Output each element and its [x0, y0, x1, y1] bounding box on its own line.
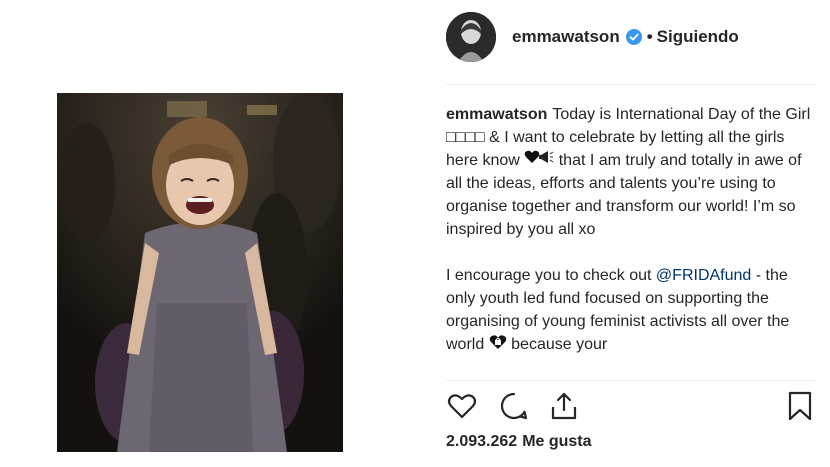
- action-bar: [446, 388, 816, 424]
- bookmark-icon[interactable]: [784, 390, 816, 422]
- likes-label: Me gusta: [522, 433, 592, 450]
- comment-icon[interactable]: [498, 390, 530, 422]
- separator-dot: •: [646, 27, 653, 46]
- caption-glyphs: □□□□: [446, 129, 485, 146]
- caption-text-1: Today is International Day of the Girl: [552, 106, 811, 123]
- heart-lock-emoji: [489, 334, 507, 357]
- mention-link[interactable]: @FRIDAfund: [656, 267, 751, 284]
- post-header: emmawatson • Siguiendo: [446, 10, 816, 64]
- caption-text-4: I encourage you to check out: [446, 267, 652, 285]
- post-photo[interactable]: [57, 93, 343, 452]
- header-text: emmawatson • Siguiendo: [512, 27, 739, 47]
- likes-number: 2.093.262: [446, 433, 518, 450]
- avatar[interactable]: [446, 12, 496, 62]
- post-media-area: [0, 0, 432, 467]
- caption-text-6: because your: [511, 336, 608, 354]
- actions-divider: [446, 380, 816, 381]
- username-link[interactable]: emmawatson: [512, 27, 620, 47]
- share-icon[interactable]: [548, 390, 580, 422]
- post-caption: emmawatson Today is International Day of …: [446, 103, 816, 375]
- black-heart-megaphone-emoji: [524, 149, 554, 172]
- verified-badge-icon: [625, 29, 642, 45]
- following-button[interactable]: Siguiendo: [657, 27, 739, 47]
- heart-icon[interactable]: [446, 390, 478, 422]
- caption-username-link[interactable]: emmawatson: [446, 106, 547, 123]
- header-divider: [446, 84, 816, 85]
- likes-count[interactable]: 2.093.262 Me gusta: [446, 433, 597, 451]
- post-side-panel: emmawatson • Siguiendo emmawatson Today i…: [432, 0, 830, 467]
